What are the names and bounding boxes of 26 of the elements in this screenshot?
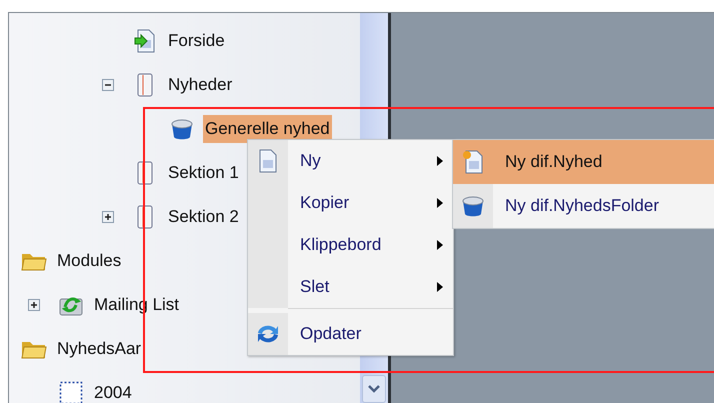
new-document-icon [462,150,484,174]
menu-item[interactable]: Klippebord [248,224,453,266]
tree-item[interactable]: Generelle nyhed [203,115,332,143]
bucket-icon [461,194,485,218]
page-arrow-icon [134,29,156,53]
tree-item[interactable]: NyhedsAar [55,335,144,363]
menu-item[interactable]: Ny [248,140,453,182]
scroll-down-button[interactable] [362,375,386,403]
document-icon [258,149,278,173]
tree-item[interactable]: 2004 [92,379,134,403]
menu-item[interactable]: Kopier [248,182,453,224]
tree-item[interactable]: Sektion 2 [166,203,241,231]
menu-item[interactable]: Ny dif.Nyhed [453,140,714,184]
tree-item[interactable]: Forside [166,27,227,55]
book-icon [135,73,155,97]
chevron-down-icon [368,385,380,393]
tree-item[interactable]: Modules [55,247,124,275]
tree-item[interactable]: Nyheder [166,71,234,99]
expander-icon[interactable] [102,79,114,91]
bucket-icon [170,117,194,141]
expander-icon[interactable] [28,299,40,311]
menu-item[interactable]: Slet [248,266,453,308]
expander-icon[interactable] [102,211,114,223]
menu-item[interactable]: Opdater [248,313,453,355]
menu-item[interactable]: Ny dif.NyhedsFolder [453,184,714,228]
tree-item[interactable]: Sektion 1 [166,159,241,187]
